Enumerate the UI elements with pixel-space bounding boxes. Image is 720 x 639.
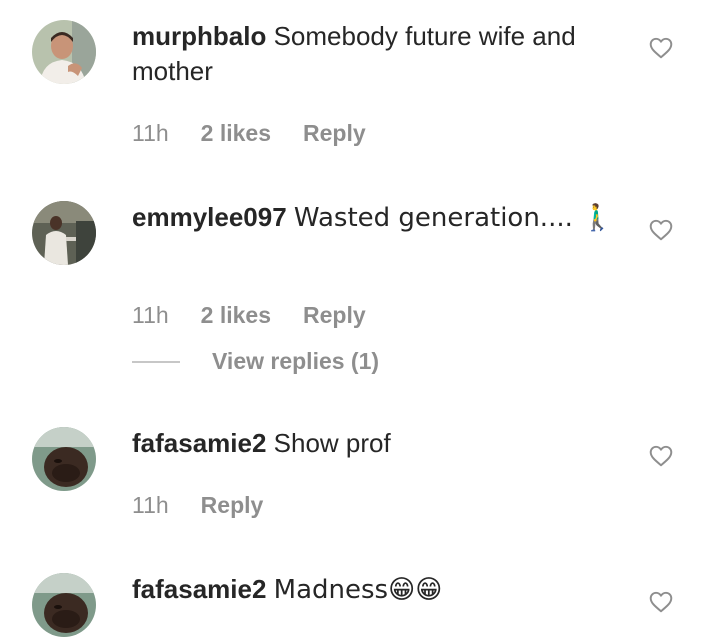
comment-likes[interactable]: 2 likes: [201, 302, 271, 329]
like-button[interactable]: [648, 443, 674, 469]
comment-username[interactable]: murphbalo: [132, 21, 266, 51]
heart-outline-icon: [649, 591, 673, 613]
comment-time: 11h: [132, 302, 169, 328]
comment-body: Show prof: [273, 428, 391, 458]
divider-line: [132, 360, 180, 363]
like-button[interactable]: [648, 217, 674, 243]
comment-text: fafasamie2 Madness😁😁: [132, 572, 622, 608]
like-button[interactable]: [648, 35, 674, 61]
avatar[interactable]: [32, 201, 96, 265]
comment-username[interactable]: fafasamie2: [132, 574, 266, 604]
heart-outline-icon: [649, 37, 673, 59]
avatar[interactable]: [32, 427, 96, 491]
comment-text: fafasamie2 Show prof: [132, 426, 622, 461]
dark-face-avatar-icon: [32, 427, 96, 491]
dark-face-avatar-icon: [32, 573, 96, 637]
reply-button[interactable]: Reply: [303, 302, 366, 329]
like-button[interactable]: [648, 589, 674, 615]
reply-button[interactable]: Reply: [303, 120, 366, 147]
heart-outline-icon: [649, 219, 673, 241]
comment-likes[interactable]: 2 likes: [201, 120, 271, 147]
comment-meta: 11h Reply: [132, 492, 263, 519]
person-white-robe-avatar-icon: [32, 201, 96, 265]
comment-username[interactable]: fafasamie2: [132, 428, 266, 458]
comment-text: murphbalo Somebody future wife and mothe…: [132, 19, 622, 89]
person-white-shirt-avatar-icon: [32, 20, 96, 84]
comment-time: 11h: [132, 120, 169, 146]
heart-outline-icon: [649, 445, 673, 467]
comment-time: 11h: [132, 492, 169, 518]
comment-username[interactable]: emmylee097: [132, 202, 287, 232]
avatar[interactable]: [32, 573, 96, 637]
comment-text: emmylee097 Wasted generation.... 🚶‍♂️: [132, 200, 622, 236]
comment-body: Wasted generation.... 🚶‍♂️: [293, 203, 614, 233]
view-replies-button[interactable]: View replies (1): [132, 348, 379, 375]
reply-button[interactable]: Reply: [201, 492, 264, 519]
avatar[interactable]: [32, 20, 96, 84]
comment-meta: 11h 2 likes Reply: [132, 120, 366, 147]
comment-body: Madness😁😁: [273, 575, 443, 605]
view-replies-label[interactable]: View replies (1): [212, 348, 379, 375]
comment-meta: 11h 2 likes Reply: [132, 302, 366, 329]
